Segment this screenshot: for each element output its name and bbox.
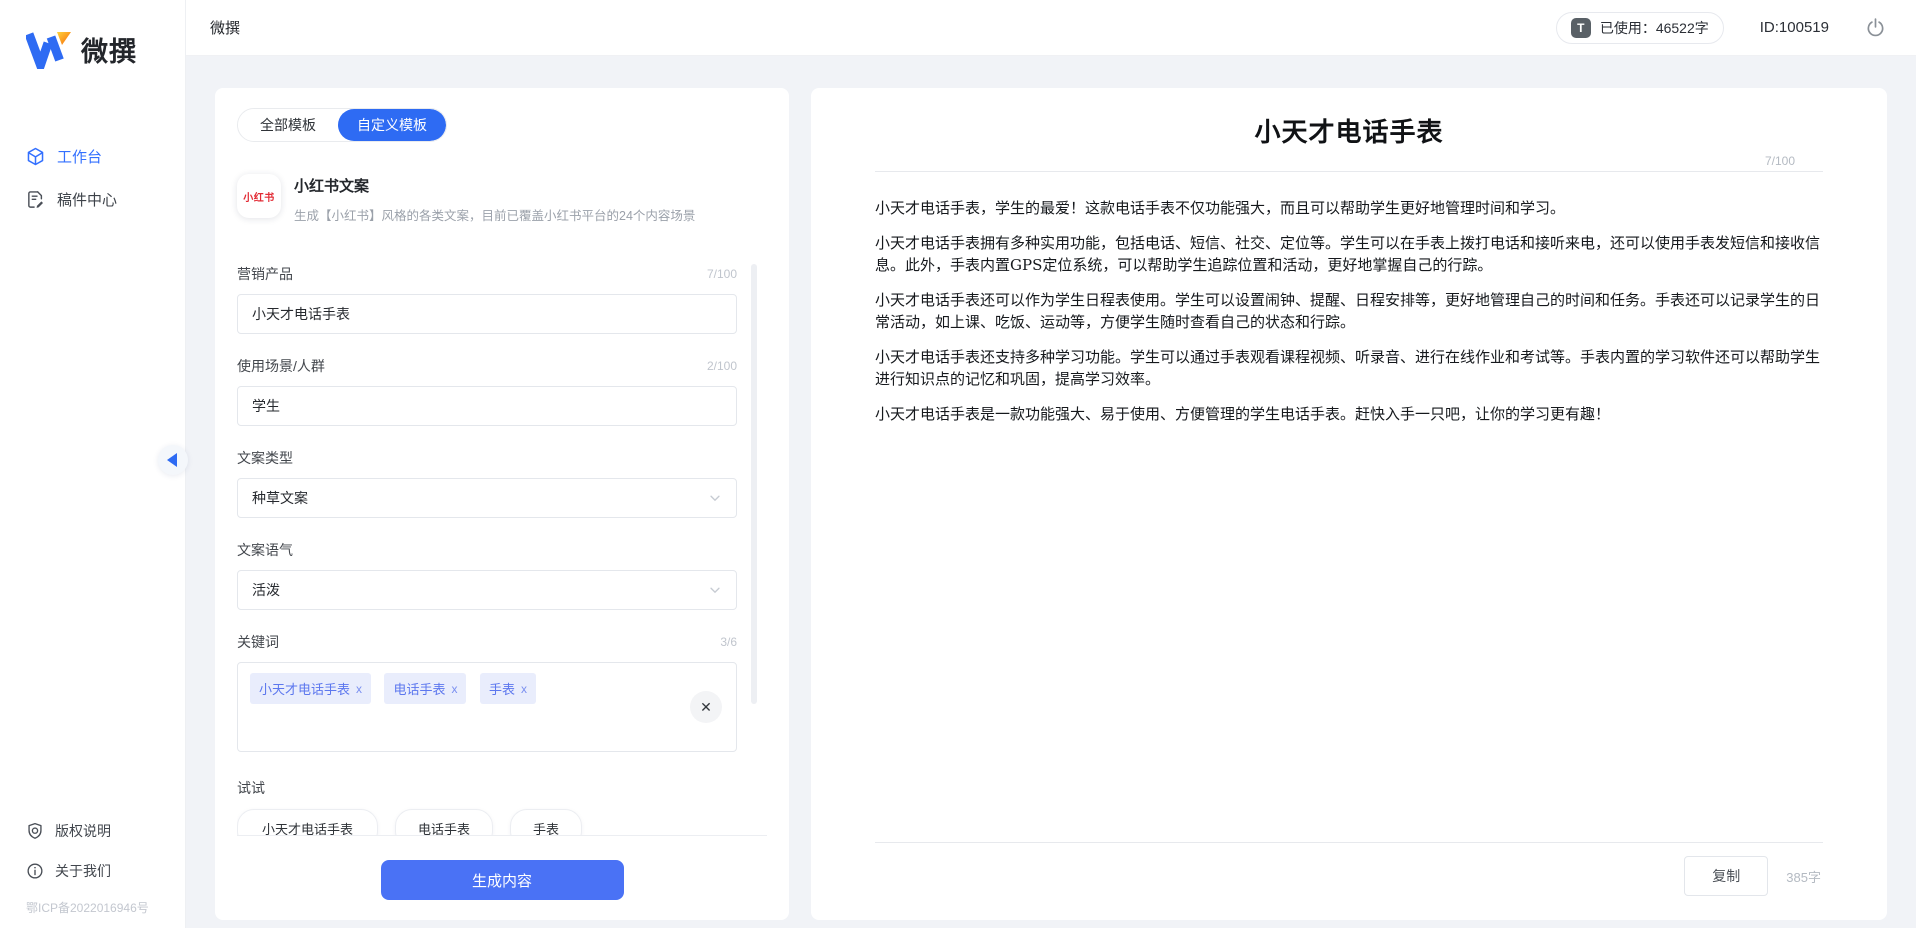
sidebar-item-label: 稿件中心 bbox=[57, 189, 117, 210]
template-title: 小红书文案 bbox=[294, 175, 695, 196]
result-paragraph: 小天才电话手表是一款功能强大、易于使用、方便管理的学生电话手表。赶快入手一只吧，… bbox=[875, 403, 1823, 425]
drafts-icon bbox=[26, 190, 45, 209]
product-input-value: 小天才电话手表 bbox=[252, 304, 350, 324]
sidebar: 微撰 工作台 稿件中心 bbox=[0, 0, 186, 928]
workbench-icon bbox=[26, 147, 45, 166]
tone-value: 活泼 bbox=[252, 580, 280, 600]
usage-counter-label: 已使用：46522字 bbox=[1600, 18, 1709, 38]
field-label-row: 营销产品 7/100 bbox=[237, 264, 737, 284]
chevron-down-icon bbox=[708, 583, 722, 597]
sidebar-nav: 工作台 稿件中心 bbox=[0, 135, 185, 221]
form-scroll-area[interactable]: 营销产品 7/100 小天才电话手表 使用场景/人群 2/100 学生 文案类型 bbox=[237, 262, 767, 835]
keyword-tag-label: 手表 bbox=[489, 679, 515, 698]
keyword-tag: 小天才电话手表 x bbox=[250, 673, 371, 704]
word-count: 385字 bbox=[1786, 867, 1821, 886]
close-icon: ✕ bbox=[700, 699, 712, 716]
word-badge-icon: T bbox=[1571, 18, 1591, 38]
clear-keywords-button[interactable]: ✕ bbox=[690, 691, 722, 723]
scene-input[interactable]: 学生 bbox=[237, 386, 737, 426]
keyword-tag: 电话手表 x bbox=[384, 673, 466, 704]
usage-counter-pill[interactable]: T 已使用：46522字 bbox=[1556, 12, 1724, 44]
keyword-tag: 手表 x bbox=[480, 673, 536, 704]
content-area: 全部模板 自定义模板 小红书 小红书文案 生成【小红书】风格的各类文案，目前已覆… bbox=[186, 56, 1916, 928]
result-title[interactable]: 小天才电话手表 bbox=[875, 112, 1823, 149]
result-paragraph: 小天才电话手表还可以作为学生日程表使用。学生可以设置闹钟、提醒、日程安排等，更好… bbox=[875, 289, 1823, 333]
keywords-input-box[interactable]: 小天才电话手表 x 电话手表 x 手表 x ✕ bbox=[237, 662, 737, 752]
scene-field-label: 使用场景/人群 bbox=[237, 356, 325, 376]
result-paragraph: 小天才电话手表，学生的最爱！这款电话手表不仅功能强大，而且可以帮助学生更好地管理… bbox=[875, 197, 1823, 219]
copy-type-field-label: 文案类型 bbox=[237, 448, 293, 468]
result-title-counter: 7/100 bbox=[875, 154, 1823, 168]
scrollbar-thumb[interactable] bbox=[751, 264, 757, 704]
suggestion-chip[interactable]: 手表 bbox=[510, 809, 582, 835]
suggestions-label: 试试 bbox=[237, 778, 767, 798]
tab-all-templates[interactable]: 全部模板 bbox=[238, 109, 338, 141]
chevron-left-icon bbox=[167, 453, 177, 467]
copy-button[interactable]: 复制 bbox=[1684, 856, 1768, 896]
generate-row: 生成内容 bbox=[237, 836, 767, 906]
keyword-tag-label: 小天才电话手表 bbox=[259, 679, 350, 698]
sidebar-item-copyright[interactable]: 版权说明 bbox=[26, 811, 175, 851]
tab-label: 自定义模板 bbox=[357, 115, 427, 135]
main-area: 微撰 T 已使用：46522字 ID:100519 全部模板 bbox=[186, 0, 1916, 928]
chevron-down-icon bbox=[708, 491, 722, 505]
product-field-label: 营销产品 bbox=[237, 264, 293, 284]
template-tabs: 全部模板 自定义模板 bbox=[237, 108, 447, 142]
template-info: 小红书文案 生成【小红书】风格的各类文案，目前已覆盖小红书平台的24个内容场景 bbox=[294, 174, 695, 224]
brand-logo: 微撰 bbox=[0, 0, 185, 69]
field-label-row: 关键词 3/6 bbox=[237, 632, 737, 652]
copy-type-value: 种草文案 bbox=[252, 488, 308, 508]
scene-input-value: 学生 bbox=[252, 396, 280, 416]
result-body[interactable]: 小天才电话手表，学生的最爱！这款电话手表不仅功能强大，而且可以帮助学生更好地管理… bbox=[875, 197, 1823, 438]
sidebar-item-label: 版权说明 bbox=[55, 821, 111, 841]
template-description: 生成【小红书】风格的各类文案，目前已覆盖小红书平台的24个内容场景 bbox=[294, 205, 695, 224]
scene-char-counter: 2/100 bbox=[707, 359, 737, 373]
tone-select[interactable]: 活泼 bbox=[237, 570, 737, 610]
field-label-row: 文案类型 bbox=[237, 448, 737, 468]
tag-remove-icon[interactable]: x bbox=[521, 682, 527, 696]
sidebar-footer: 版权说明 关于我们 鄂ICP备2022016946号 bbox=[0, 811, 185, 928]
xiaohongshu-logo-icon: 小红书 bbox=[237, 174, 281, 218]
sidebar-item-workbench[interactable]: 工作台 bbox=[0, 135, 185, 178]
result-paragraph: 小天才电话手表拥有多种实用功能，包括电话、短信、社交、定位等。学生可以在手表上拨… bbox=[875, 232, 1823, 276]
copy-type-select[interactable]: 种草文案 bbox=[237, 478, 737, 518]
field-label-row: 使用场景/人群 2/100 bbox=[237, 356, 737, 376]
keywords-counter: 3/6 bbox=[720, 635, 737, 649]
suggestion-chip[interactable]: 电话手表 bbox=[395, 809, 493, 835]
info-icon bbox=[26, 862, 44, 880]
user-id: ID:100519 bbox=[1760, 19, 1829, 36]
tag-remove-icon[interactable]: x bbox=[451, 682, 457, 696]
tab-label: 全部模板 bbox=[260, 115, 316, 135]
logout-power-button[interactable] bbox=[1865, 17, 1886, 38]
generate-content-button[interactable]: 生成内容 bbox=[381, 860, 624, 900]
result-header-divider bbox=[875, 171, 1823, 172]
brand-w-icon bbox=[26, 31, 72, 69]
shield-copyright-icon bbox=[26, 822, 44, 840]
selected-template-card[interactable]: 小红书 小红书文案 生成【小红书】风格的各类文案，目前已覆盖小红书平台的24个内… bbox=[237, 174, 767, 224]
sidebar-item-label: 工作台 bbox=[57, 146, 102, 167]
tag-remove-icon[interactable]: x bbox=[356, 682, 362, 696]
sidebar-item-label: 关于我们 bbox=[55, 861, 111, 881]
tab-custom-templates[interactable]: 自定义模板 bbox=[338, 109, 446, 141]
generated-result-panel: 小天才电话手表 7/100 小天才电话手表，学生的最爱！这款电话手表不仅功能强大… bbox=[811, 88, 1887, 920]
result-footer: 复制 385字 bbox=[875, 843, 1823, 904]
product-char-counter: 7/100 bbox=[707, 267, 737, 281]
tone-field-label: 文案语气 bbox=[237, 540, 293, 560]
keyword-tag-label: 电话手表 bbox=[393, 679, 445, 698]
brand-name: 微撰 bbox=[81, 30, 137, 69]
topbar: 微撰 T 已使用：46522字 ID:100519 bbox=[186, 0, 1916, 56]
suggestion-chip[interactable]: 小天才电话手表 bbox=[237, 809, 378, 835]
icp-record-number: 鄂ICP备2022016946号 bbox=[26, 899, 175, 916]
sidebar-item-drafts[interactable]: 稿件中心 bbox=[0, 178, 185, 221]
topbar-right: T 已使用：46522字 ID:100519 bbox=[1556, 12, 1886, 44]
result-paragraph: 小天才电话手表还支持多种学习功能。学生可以通过手表观看课程视频、听录音、进行在线… bbox=[875, 346, 1823, 390]
field-label-row: 文案语气 bbox=[237, 540, 737, 560]
page-title: 微撰 bbox=[210, 17, 240, 38]
sidebar-collapse-button[interactable] bbox=[158, 445, 188, 475]
suggestion-chips: 小天才电话手表 电话手表 手表 bbox=[237, 809, 767, 835]
sidebar-item-about[interactable]: 关于我们 bbox=[26, 851, 175, 891]
template-form-panel: 全部模板 自定义模板 小红书 小红书文案 生成【小红书】风格的各类文案，目前已覆… bbox=[215, 88, 789, 920]
keywords-field-label: 关键词 bbox=[237, 632, 279, 652]
product-input[interactable]: 小天才电话手表 bbox=[237, 294, 737, 334]
